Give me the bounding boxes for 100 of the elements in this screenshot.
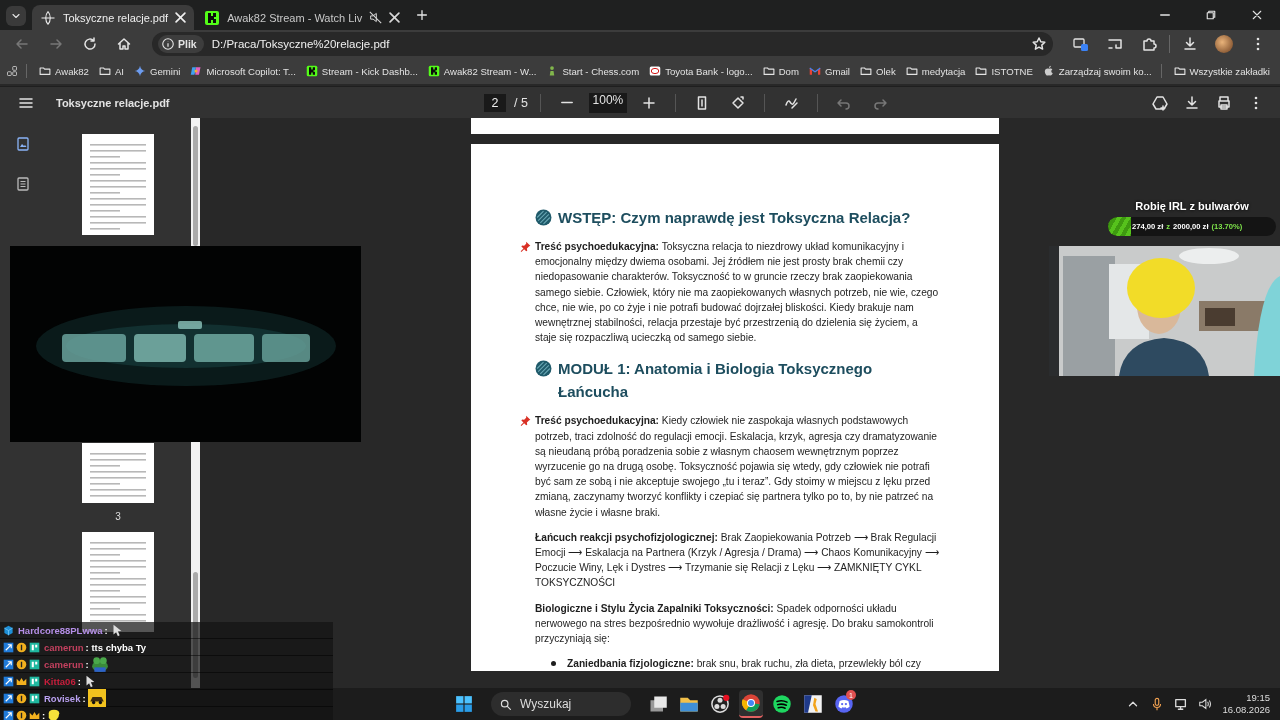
download-icon (1184, 94, 1200, 111)
info-icon (161, 37, 175, 51)
sub-badge-icon (29, 692, 40, 704)
folder-icon (762, 65, 775, 77)
scrollbar[interactable] (191, 118, 200, 246)
bookmark[interactable]: ISTOTNE (971, 61, 1037, 81)
striped-circle-icon (535, 360, 552, 378)
chat-username: camerun (44, 658, 84, 670)
taskbar-app[interactable] (739, 690, 763, 718)
bookmark[interactable]: Gemini (130, 61, 185, 81)
recorder-icon (710, 694, 730, 714)
bookmark[interactable]: Gmail (804, 61, 854, 81)
goal-title: Robię IRL z bulwarów (1135, 200, 1249, 212)
address-bar[interactable]: Plik D:/Praca/Toksyczne%20relacje.pdf (152, 32, 1053, 56)
page-count: / 5 (514, 95, 528, 110)
crown-badge-icon (16, 675, 27, 687)
folder-icon (975, 65, 988, 77)
sub-badge-icon (29, 675, 40, 687)
windows-logo-icon (455, 695, 473, 713)
coin-badge-icon (16, 658, 27, 670)
puzzle-icon (1141, 36, 1157, 52)
screen-icon (1107, 36, 1123, 52)
search-button[interactable]: Wyszukaj (491, 692, 631, 716)
folder-icon (1173, 65, 1186, 77)
browser-tab[interactable]: Toksyczne relacje.pdf (32, 5, 195, 30)
bookmark[interactable]: Awak82 (35, 61, 93, 81)
chat-username: camerun (44, 641, 84, 653)
avatar (1215, 35, 1233, 53)
network-icon[interactable] (1174, 697, 1189, 711)
bookmark[interactable]: Zarządzaj swoim ko... (1038, 61, 1156, 81)
chat-username: Rovisek (44, 692, 81, 704)
url-text: D:/Praca/Toksyczne%20relacje.pdf (211, 38, 391, 50)
back-arrow-icon (14, 36, 30, 52)
bookmark[interactable]: Toyota Bank - logo... (645, 61, 757, 81)
volume-icon[interactable] (1198, 697, 1213, 711)
prime-badge-icon (3, 692, 14, 704)
pin-icon (520, 415, 531, 427)
tab-search-button[interactable] (6, 6, 26, 26)
sparkle-icon (134, 65, 147, 77)
minimize-icon (1160, 14, 1170, 16)
home-icon (116, 36, 132, 52)
zoom-field[interactable]: 100% (588, 92, 627, 113)
page-input[interactable]: 2 (484, 93, 506, 112)
bookmark[interactable]: Start - Chess.com (542, 61, 644, 81)
print-icon (1216, 94, 1232, 111)
bookmark[interactable]: AI (94, 61, 129, 81)
section-heading: WSTĘP: Czym naprawdę jest Toksyczna Relacja? (558, 208, 911, 228)
folder-icon (905, 65, 918, 77)
sub-badge-icon (29, 658, 40, 670)
crown-badge-icon (29, 709, 40, 720)
site-info-chip[interactable]: Plik (158, 35, 204, 53)
restore-icon (1205, 9, 1217, 21)
coin-badge-icon (16, 709, 27, 720)
download-icon (1182, 36, 1198, 52)
bookmark[interactable]: Awak82 Stream - W... (423, 61, 541, 81)
bookmark[interactable]: Microsoft Copilot: T... (186, 61, 300, 81)
page-number: 3 (115, 511, 121, 522)
chat-text: : (42, 709, 46, 720)
apple-icon (1042, 65, 1055, 77)
paragraph: Treść psychoedukacyjna: Kiedy człowiek nie zaspokaja własnych podstawowych potrzeb, traci zdolność do regulacji emocji. Eskalacja, krzyk, agresja czy dramatyzowanie są nieudaną próbą poradzenia sobie z własnym chaosem wewnętrznym poprzez wyrzucenie go na drugą osobę. Toksyczność pojawia się wtedy, gdy człowiek nie potrafi być sam ze sobą i nie akceptuje swojego „tu i teraz”. Gdy stoimy w miejscu z lęku przed zmianą, zaczynamy tworzyć konflikty i czepiać się partnera tylko po to, by nie patrzeć na własne życie i własne braki. (535, 414, 938, 520)
plus-icon (640, 94, 657, 111)
folder-icon (39, 65, 51, 77)
bookmark[interactable]: medytacja (901, 61, 970, 81)
list-item: Zaniedbania fizjologiczne: brak snu, brak ruchu, zła dieta, przewlekły ból czy (567, 657, 921, 672)
chat-text: : (85, 658, 89, 670)
game-icon (803, 694, 823, 714)
striped-circle-icon (535, 209, 552, 226)
prime-badge-icon (3, 709, 14, 720)
chat-text: : (82, 692, 86, 704)
bookmark[interactable]: Dom (758, 61, 803, 81)
windows-icon (1073, 36, 1089, 52)
close-icon[interactable] (389, 12, 401, 23)
bullet-dot (551, 661, 556, 667)
apps-grid-icon[interactable] (6, 65, 18, 77)
chat-text: : tts chyba Ty (85, 641, 147, 653)
bookmark[interactable]: Stream - Kick Dashb... (301, 61, 422, 81)
clock-time[interactable]: 19:15 (1246, 692, 1270, 704)
image-icon (14, 136, 31, 152)
forward-arrow-icon (48, 36, 64, 52)
coin-badge-icon (16, 692, 27, 704)
coin-badge-icon (16, 641, 27, 653)
chat-text: : (77, 675, 81, 687)
prime-badge-icon (3, 658, 14, 670)
prime-badge-icon (3, 641, 14, 653)
paragraph: Łańcuch reakcji psychofizjologicznej: Brak Zaopiekowania Potrzeb ⟶ Brak Regulacji Emocji ⟶ Eskalacja na Partnera (Krzyk / Agresja / Drama) ⟶ Chaos Komunikacyjny ⟶ Poczucie Winy, Lęk i Dystres ⟶ Trzymanie się Relacji z Lęku ⟶ ZAMKNIĘTY CYKL TOKSYCZNOŚCI (535, 530, 939, 591)
document-title: Toksyczne relacje.pdf (56, 96, 171, 109)
muted-icon[interactable] (369, 11, 383, 24)
folder-icon (860, 65, 872, 77)
close-icon (1251, 9, 1263, 21)
cube-icon (3, 624, 14, 636)
folder-icon (98, 65, 111, 77)
windows-stack-icon (648, 694, 668, 714)
frog-emote-icon (90, 655, 109, 673)
clock-date[interactable]: 16.08.2026 (1222, 704, 1270, 716)
bookmark[interactable]: Olek (856, 61, 900, 81)
all-bookmarks[interactable]: Wszystkie zakładki (1169, 61, 1274, 81)
browser-tab[interactable]: Awak82 Stream - Watch Liv (196, 5, 409, 30)
paragraph: Biologiczne i Stylu Życia Zapalniki Toksyczności: Spadek odporności układu nerwowego na stres bezpośrednio wywołuje drażliwość i agresję. Do braku samokontroli przyczyniają się: (535, 601, 935, 647)
search-icon (499, 697, 512, 711)
star-icon[interactable] (1031, 36, 1047, 52)
